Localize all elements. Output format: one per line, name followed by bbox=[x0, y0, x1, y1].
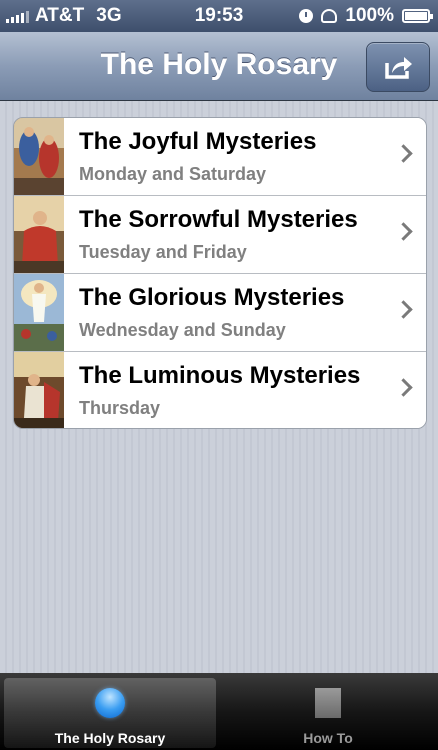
chevron-right-icon bbox=[394, 300, 413, 319]
status-right: 100% bbox=[299, 5, 433, 27]
mystery-days: Tuesday and Friday bbox=[79, 242, 247, 262]
tab-bar: The Holy Rosary How To bbox=[0, 673, 438, 750]
mystery-days: Monday and Saturday bbox=[79, 164, 267, 184]
sorrowful-painting-thumbnail bbox=[14, 196, 64, 273]
chevron-right-icon bbox=[394, 222, 413, 241]
tab-label: The Holy Rosary bbox=[54, 730, 166, 746]
battery-icon bbox=[402, 9, 433, 23]
mystery-title: The Glorious Mysteries bbox=[79, 284, 345, 311]
tab-label: How To bbox=[303, 730, 353, 746]
tab-holy-rosary[interactable]: The Holy Rosary bbox=[4, 678, 216, 748]
joyful-painting-thumbnail bbox=[14, 118, 64, 195]
list-item-glorious[interactable]: The Glorious Mysteries Wednesday and Sun… bbox=[14, 274, 426, 352]
alarm-icon bbox=[321, 9, 338, 23]
clock-icon bbox=[299, 9, 314, 23]
mystery-title: The Sorrowful Mysteries bbox=[79, 206, 358, 233]
list-item-luminous[interactable]: The Luminous Mysteries Thursday bbox=[14, 352, 426, 428]
glorious-painting-thumbnail bbox=[14, 274, 64, 351]
list-item-sorrowful[interactable]: The Sorrowful Mysteries Tuesday and Frid… bbox=[14, 196, 426, 274]
luminous-painting-thumbnail bbox=[14, 352, 64, 428]
battery-percent: 100% bbox=[345, 5, 394, 26]
tab-how-to[interactable]: How To bbox=[222, 678, 434, 748]
share-button[interactable] bbox=[366, 42, 430, 92]
chevron-right-icon bbox=[394, 144, 413, 163]
mystery-days: Thursday bbox=[79, 398, 161, 418]
navigation-bar: The Holy Rosary bbox=[0, 32, 438, 101]
mystery-title: The Joyful Mysteries bbox=[79, 128, 317, 155]
mystery-days: Wednesday and Sunday bbox=[79, 320, 286, 340]
circle-icon bbox=[95, 688, 125, 718]
status-bar: AT&T 3G 19:53 100% bbox=[0, 0, 438, 32]
mystery-title: The Luminous Mysteries bbox=[79, 362, 361, 389]
square-icon bbox=[315, 688, 341, 718]
list-item-joyful[interactable]: The Joyful Mysteries Monday and Saturday bbox=[14, 118, 426, 196]
chevron-right-icon bbox=[394, 378, 413, 397]
content-area: The Joyful Mysteries Monday and Saturday… bbox=[0, 101, 438, 673]
mysteries-list: The Joyful Mysteries Monday and Saturday… bbox=[13, 117, 427, 429]
share-icon bbox=[385, 57, 412, 79]
